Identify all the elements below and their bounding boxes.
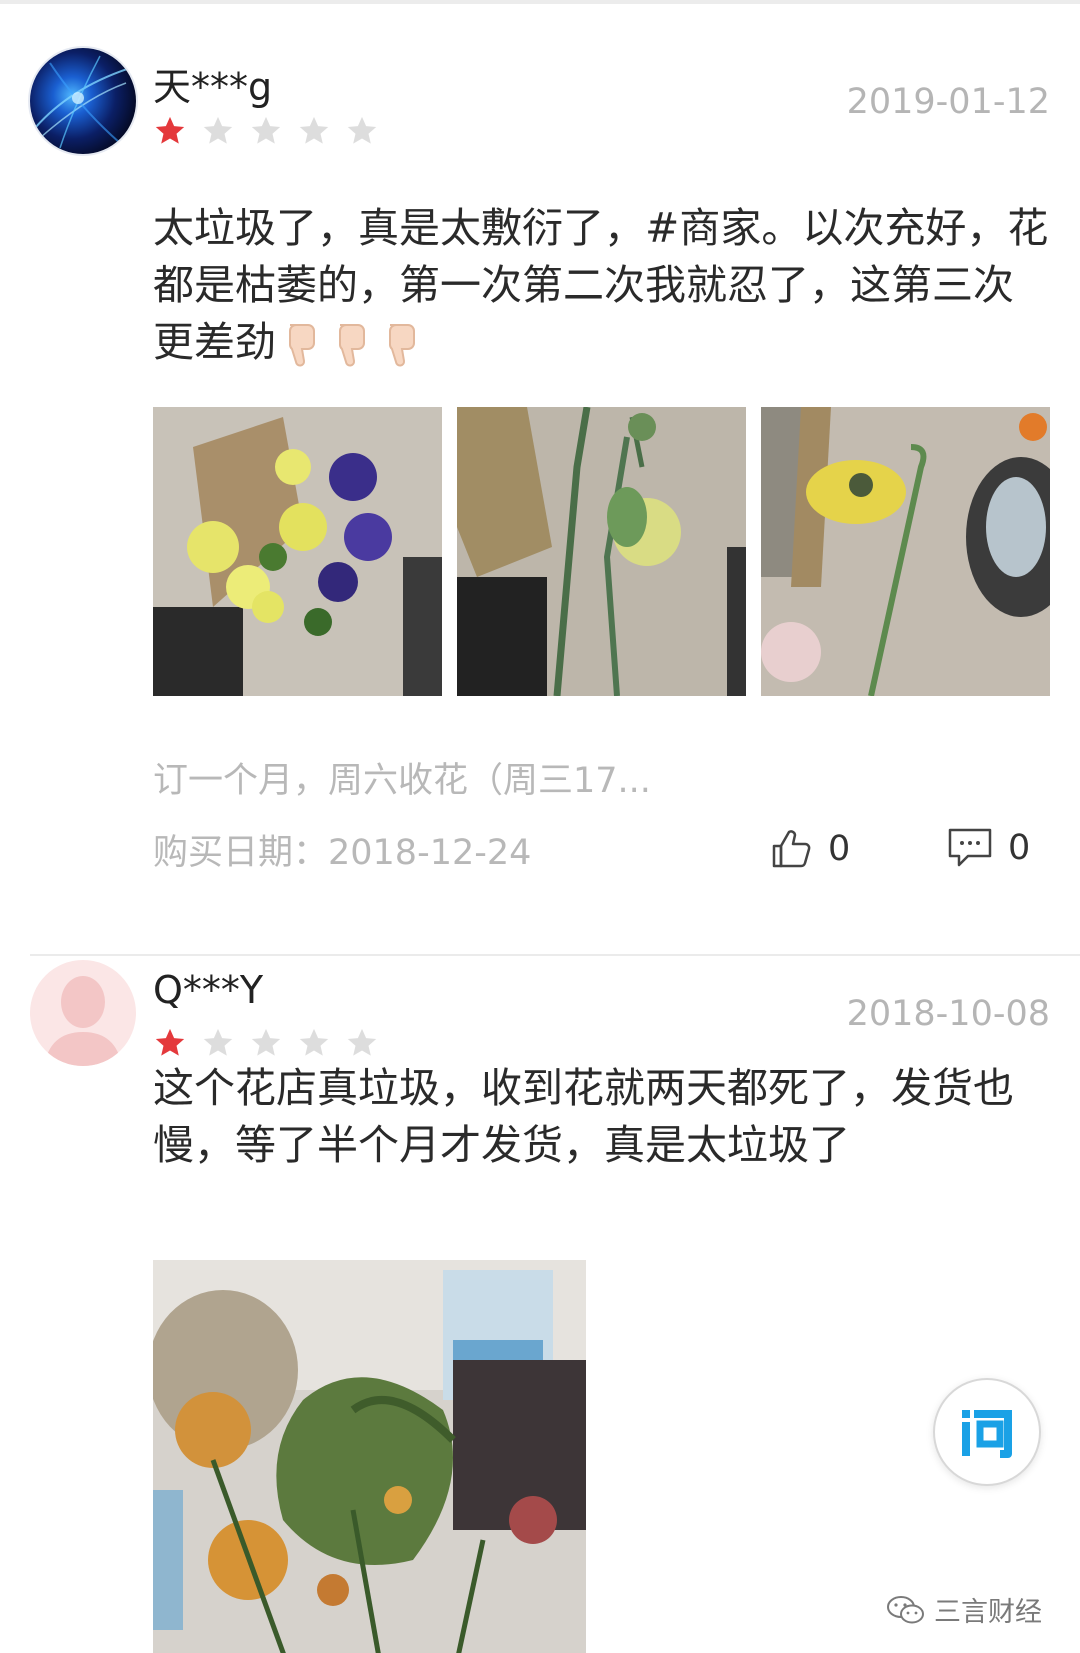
username: Q***Y <box>153 968 264 1012</box>
thumbs-down-icon <box>339 324 365 367</box>
thumbs-down-icon <box>389 324 415 367</box>
purchase-date: 购买日期：2018-12-24 <box>153 833 532 873</box>
review-date: 2019-01-12 <box>846 82 1050 122</box>
like-button[interactable]: 0 <box>768 826 850 872</box>
review-photo[interactable] <box>153 1260 586 1653</box>
emoji-group <box>280 321 424 369</box>
watermark-label: 三言财经 <box>934 1597 1042 1628</box>
review-photo[interactable] <box>153 407 442 696</box>
top-divider <box>0 0 1080 4</box>
product-spec: 订一个月，周六收花（周三17... <box>153 761 651 801</box>
review-date: 2018-10-08 <box>846 994 1050 1034</box>
user-avatar[interactable] <box>30 48 136 154</box>
like-count: 0 <box>828 829 851 869</box>
default-avatar-icon <box>44 976 122 1066</box>
watermark: 三言财经 <box>886 1590 1042 1629</box>
ask-icon <box>962 1410 1012 1458</box>
review-text: 太垃圾了，真是太敷衍了，#商家。以次充好，花都是枯萎的，第一次第二次我就忍了，这… <box>153 200 1053 371</box>
star-empty-icon <box>299 116 329 144</box>
review-photos <box>153 407 1050 696</box>
star-empty-icon <box>251 116 281 144</box>
rating-stars <box>153 1026 379 1060</box>
star-empty-icon <box>347 1028 377 1056</box>
comment-button[interactable]: 0 <box>946 826 1030 870</box>
comment-count: 0 <box>1008 828 1031 868</box>
username: 天***g <box>153 65 273 109</box>
star-empty-icon <box>299 1028 329 1056</box>
wechat-icon <box>887 1595 924 1623</box>
thumbs-up-icon <box>772 830 811 868</box>
star-empty-icon <box>251 1028 281 1056</box>
review-photo[interactable] <box>761 407 1050 696</box>
star-empty-icon <box>347 116 377 144</box>
star-filled-icon <box>155 1028 185 1056</box>
review-divider <box>30 954 1080 956</box>
star-empty-icon <box>203 116 233 144</box>
star-empty-icon <box>203 1028 233 1056</box>
review-text: 这个花店真垃圾，收到花就两天都死了，发货也慢，等了半个月才发货，真是太垃圾了 <box>153 1064 1014 1169</box>
star-filled-icon <box>155 116 185 144</box>
thumbs-down-icon <box>289 324 315 367</box>
comment-icon <box>948 828 992 867</box>
review-photos <box>153 1260 586 1653</box>
user-avatar[interactable] <box>30 960 136 1066</box>
rating-stars <box>153 114 379 148</box>
review-photo[interactable] <box>457 407 746 696</box>
ask-button[interactable] <box>933 1378 1041 1486</box>
